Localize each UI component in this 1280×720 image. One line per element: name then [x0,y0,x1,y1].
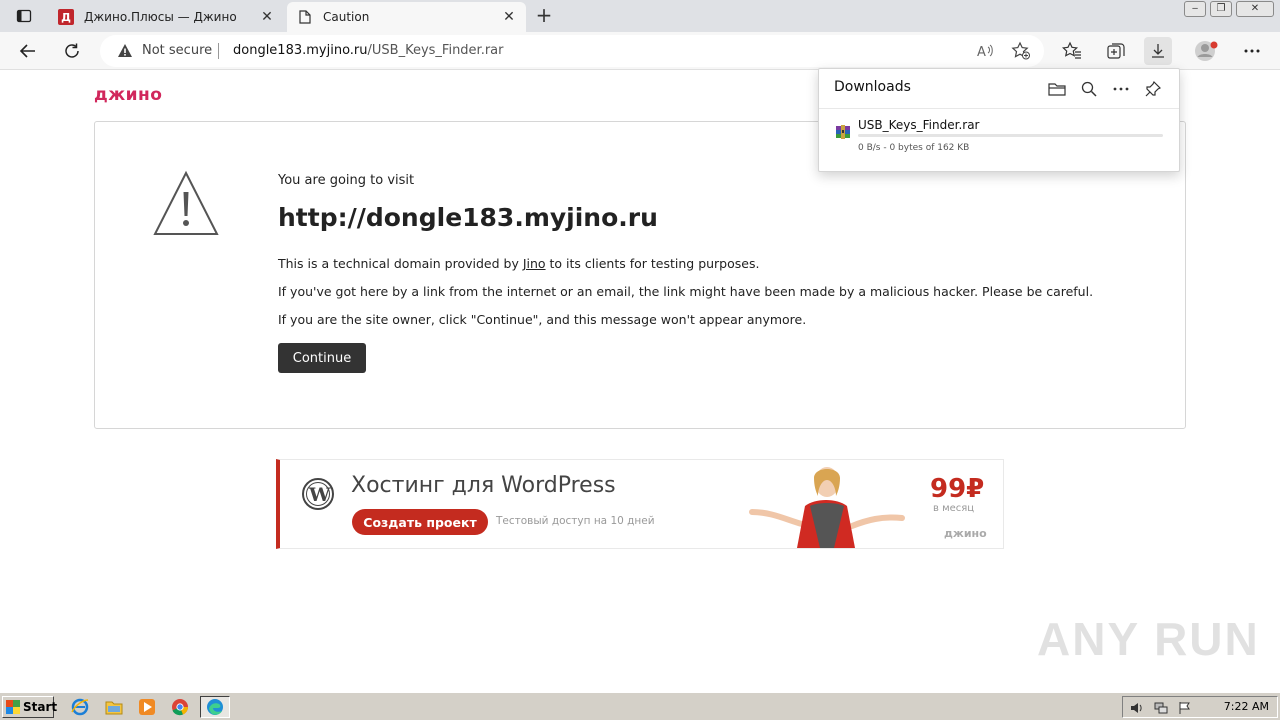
chrome-icon[interactable] [170,697,190,717]
download-filename[interactable]: USB_Keys_Finder.rar [858,118,979,132]
avatar-icon [1195,41,1218,61]
line1-before: This is a technical domain provided by [278,256,523,271]
back-arrow-icon [19,44,35,58]
refresh-icon [65,43,79,58]
download-progress-bar [858,134,1163,137]
url-path: /USB_Keys_Finder.rar [367,43,504,58]
start-button[interactable]: Start [2,696,58,718]
svg-text:A: A [977,45,986,59]
not-secure-label[interactable]: Not secure [142,43,212,58]
open-folder-icon[interactable] [1047,79,1067,99]
banner-subtitle: Тестовый доступ на 10 дней [496,515,655,527]
edge-icon [205,697,225,717]
tab-title: Caution [323,10,370,24]
url-text[interactable]: dongle183.myjino.ru/USB_Keys_Finder.rar [233,43,504,58]
page-favicon-icon [297,9,313,25]
divider [218,43,219,59]
media-player-icon[interactable] [137,697,157,717]
warning-icon[interactable] [117,43,133,59]
profile-button[interactable] [1192,37,1220,65]
system-tray: 7:22 AM [1122,696,1278,718]
visit-label: You are going to visit [278,173,415,188]
create-project-button[interactable]: Создать проект [352,509,488,535]
owner-notice-text: If you are the site owner, click "Contin… [278,312,807,327]
search-icon[interactable] [1079,79,1099,99]
technical-domain-text: This is a technical domain provided by J… [278,256,759,271]
collections-icon [1107,43,1125,59]
clock[interactable]: 7:22 AM [1224,700,1269,713]
line1-after: to its clients for testing purposes. [545,256,760,271]
continue-button[interactable]: Continue [278,343,366,373]
taskbar: Start 7:22 AM [0,692,1280,720]
tab-title: Джино.Плюсы — Джино [84,10,237,24]
file-explorer-icon[interactable] [104,697,124,717]
target-domain: http://dongle183.myjino.ru [278,203,658,232]
restore-button[interactable]: ❐ [1210,1,1232,17]
edge-taskbar-button[interactable] [200,696,230,718]
favorites-icon [1062,41,1081,59]
more-icon [1244,49,1260,53]
hacker-warning-text: If you've got here by a link from the in… [278,284,1094,299]
banner-price: 99₽ [930,474,985,504]
favorites-button[interactable] [1058,37,1086,65]
jino-link[interactable]: Jino [523,256,546,271]
new-tab-button[interactable]: + [533,4,555,26]
tab-caution[interactable]: Caution ✕ [287,2,526,32]
tab-actions-icon [16,9,32,23]
read-aloud-icon[interactable]: A [976,41,996,61]
caution-warning-icon [153,170,219,235]
add-favorite-icon[interactable] [1011,41,1031,61]
start-label: Start [23,700,58,714]
minimize-button[interactable]: ‒ [1184,1,1206,17]
tab-close-icon[interactable]: ✕ [258,8,276,26]
more-options-icon[interactable] [1111,79,1131,99]
anyrun-watermark: ANY RUN [1037,613,1260,665]
back-button[interactable] [14,37,42,65]
banner-brand: джино [944,527,987,540]
volume-icon[interactable] [1129,700,1145,716]
address-bar[interactable]: Not secure dongle183.myjino.ru/USB_Keys_… [100,35,1044,67]
internet-explorer-icon[interactable] [70,697,90,717]
tab-strip: Д Джино.Плюсы — Джино ✕ Caution ✕ + ‒ ❐ … [0,0,1280,32]
network-icon[interactable] [1153,700,1169,716]
action-center-flag-icon[interactable] [1177,700,1193,716]
url-host: dongle183.myjino.ru [233,43,368,58]
jino-favicon-icon: Д [58,9,74,25]
tab-actions-button[interactable] [8,4,40,28]
refresh-button[interactable] [58,37,86,65]
downloads-button[interactable] [1144,37,1172,65]
download-icon [1152,44,1164,58]
downloads-panel: Downloads USB_Keys_Finder.rar 0 B/s - 0 … [818,68,1180,172]
svg-text:W: W [308,484,331,506]
settings-more-button[interactable] [1238,37,1266,65]
downloads-title: Downloads [834,79,911,95]
jino-logo[interactable]: джино [94,85,162,105]
rar-archive-icon [836,125,850,139]
tab-jino-plus[interactable]: Д Джино.Плюсы — Джино ✕ [48,2,284,32]
pin-icon[interactable] [1143,79,1163,99]
banner-price-period: в месяц [933,503,975,514]
banner-title: Хостинг для WordPress [351,473,616,498]
divider [819,108,1179,109]
window-close-button[interactable]: ✕ [1236,1,1274,17]
windows-logo-icon [6,700,20,714]
wordpress-hosting-banner[interactable]: W Хостинг для WordPress Создать проект Т… [276,459,1004,549]
wordpress-logo-icon: W [302,478,334,510]
navigation-bar: Not secure dongle183.myjino.ru/USB_Keys_… [0,32,1280,70]
promo-person-image [749,467,905,548]
collections-button[interactable] [1102,37,1130,65]
download-status: 0 B/s - 0 bytes of 162 KB [858,143,970,153]
tab-close-icon[interactable]: ✕ [500,8,518,26]
